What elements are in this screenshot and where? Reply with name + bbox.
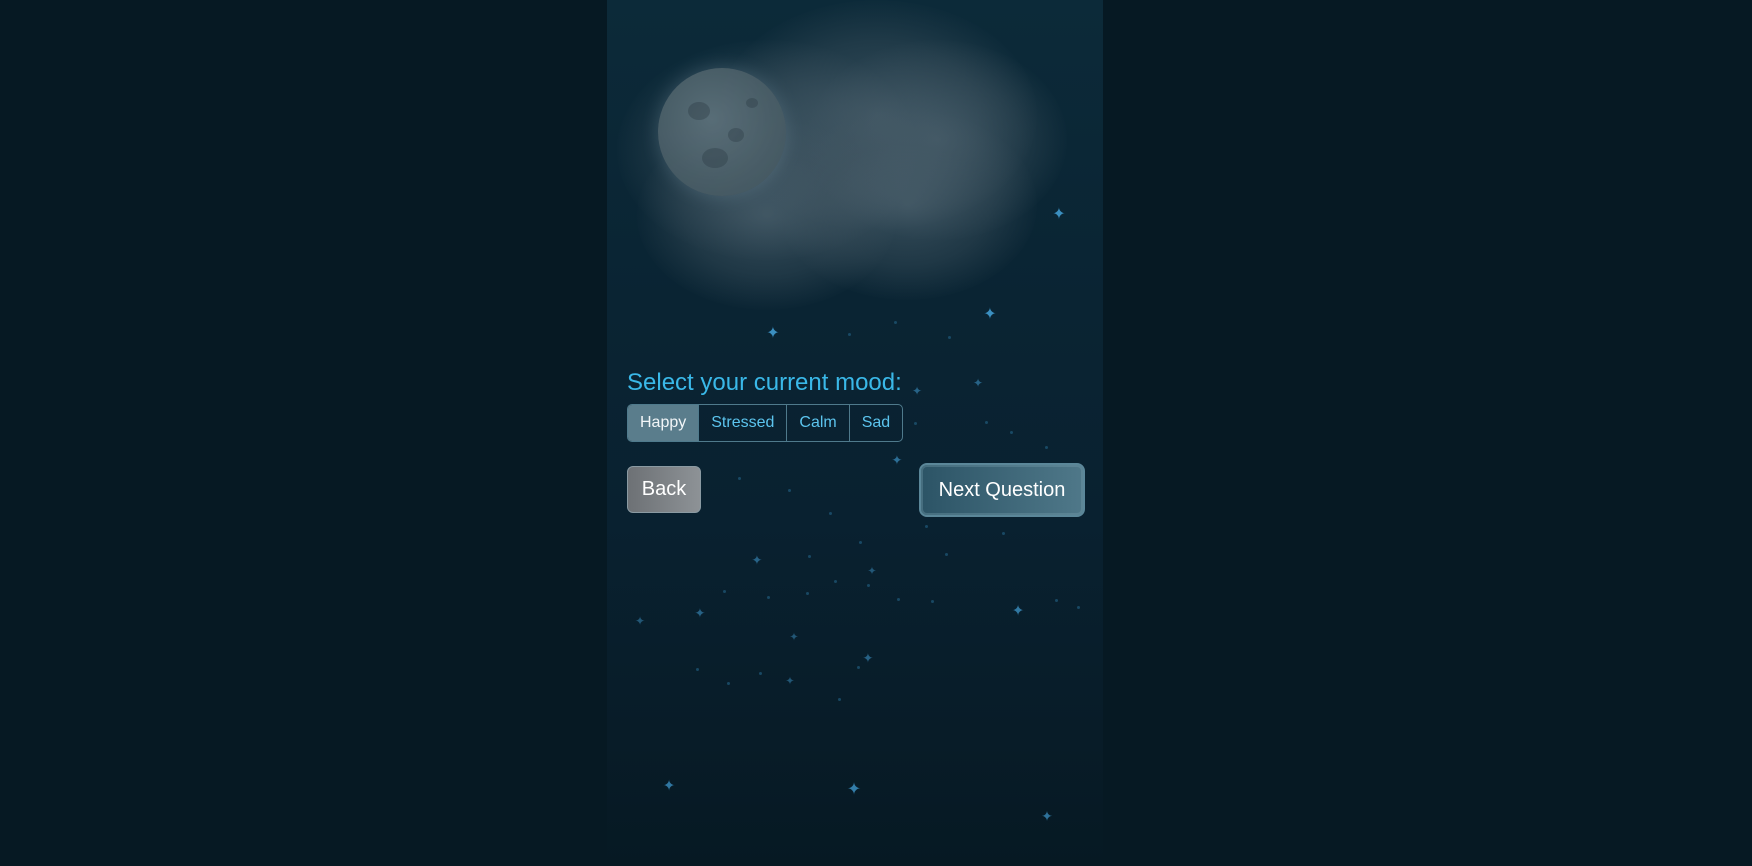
star-icon: ✦ xyxy=(634,614,646,628)
star-icon: ✦ xyxy=(766,323,780,342)
next-question-button[interactable]: Next Question xyxy=(919,463,1085,517)
star-icon: ✦ xyxy=(911,384,923,398)
mood-option-sad[interactable]: Sad xyxy=(850,405,902,441)
star-icon: ✦ xyxy=(862,651,874,667)
star-icon: ✦ xyxy=(891,453,903,469)
mood-option-happy[interactable]: Happy xyxy=(628,405,700,441)
star-icon: ✦ xyxy=(694,606,706,622)
mood-question-label: Select your current mood: xyxy=(627,369,902,396)
star-icon: ✦ xyxy=(983,304,997,323)
app-page: ✦ ✦ ✦ ✦ ✦ ✦ ✦ ✦ ✦ ✦ ✦ ✦ ✦ ✦ ✦ ✦ ✦ Select… xyxy=(0,0,1752,866)
back-button[interactable]: Back xyxy=(627,466,701,513)
star-icon: ✦ xyxy=(662,776,676,795)
mood-option-stressed[interactable]: Stressed xyxy=(699,405,788,441)
star-icon: ✦ xyxy=(751,553,763,569)
mood-selector: Happy Stressed Calm Sad xyxy=(627,404,904,442)
moon-icon xyxy=(658,68,786,196)
star-icon: ✦ xyxy=(867,564,877,578)
star-icon: ✦ xyxy=(1011,601,1025,620)
mood-option-calm[interactable]: Calm xyxy=(787,405,850,441)
star-icon: ✦ xyxy=(1052,204,1066,223)
star-icon: ✦ xyxy=(1041,809,1053,825)
star-icon: ✦ xyxy=(846,779,862,800)
star-icon: ✦ xyxy=(972,376,984,390)
star-icon: ✦ xyxy=(785,674,795,688)
star-icon: ✦ xyxy=(789,630,799,644)
quiz-panel: ✦ ✦ ✦ ✦ ✦ ✦ ✦ ✦ ✦ ✦ ✦ ✦ ✦ ✦ ✦ ✦ ✦ Select… xyxy=(607,0,1103,866)
